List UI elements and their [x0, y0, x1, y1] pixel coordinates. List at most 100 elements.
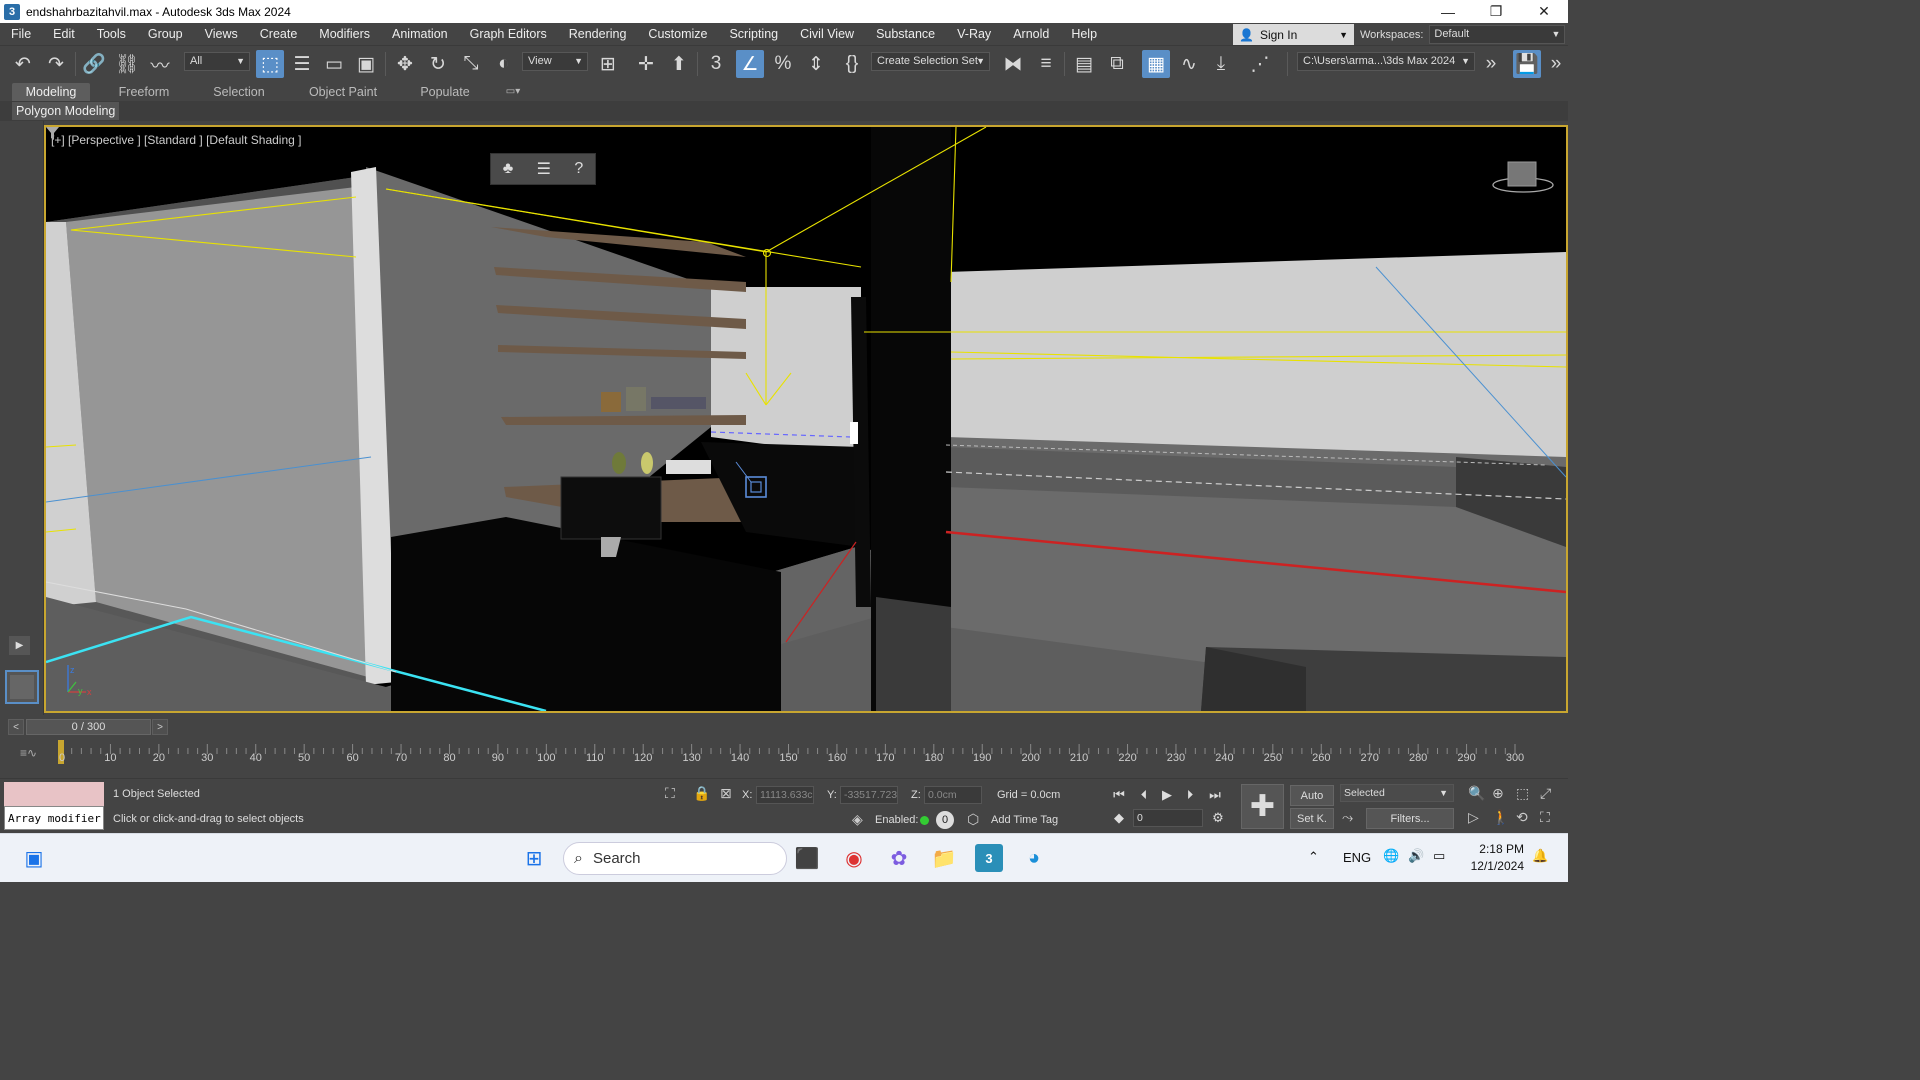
time-configuration-icon[interactable]: ⚙ [1207, 807, 1229, 829]
taskbar-search[interactable]: ⌕ Search [563, 842, 787, 875]
next-key-icon[interactable]: ⏵ [1179, 784, 1201, 806]
viewport-label[interactable]: [+] [Perspective ] [Standard ] [Default … [51, 133, 301, 147]
go-to-start-icon[interactable]: ⏮ [1108, 784, 1130, 806]
viewport-layout-thumbnail[interactable] [5, 670, 39, 704]
minimize-button[interactable]: — [1424, 0, 1472, 23]
menu-file[interactable]: File [0, 23, 42, 45]
task-view-icon[interactable]: ⬛ [793, 844, 821, 872]
sign-in-button[interactable]: 👤 Sign In ▼ [1233, 24, 1354, 45]
current-frame-field[interactable]: 0 [1133, 809, 1203, 827]
edit-named-selection-icon[interactable]: {} [838, 50, 866, 78]
keyboard-shortcut-override-icon[interactable]: ⬆ [665, 50, 693, 78]
restore-button[interactable]: ❐ [1472, 0, 1520, 23]
save-icon[interactable]: 💾 [1513, 50, 1541, 78]
list-icon[interactable]: ☰ [537, 159, 551, 179]
polygon-modeling-panel[interactable]: Polygon Modeling [12, 102, 120, 120]
time-slider-handle[interactable]: 0 / 300 [26, 719, 151, 735]
menu-civil-view[interactable]: Civil View [789, 23, 865, 45]
perspective-viewport[interactable]: z x y [+] [Perspective ] [Standard ] [De… [44, 125, 1568, 713]
enabled-value[interactable]: 0 [936, 811, 954, 829]
placement-icon[interactable]: ◐ [490, 50, 518, 78]
x-coordinate-field[interactable]: 11113.633c [756, 786, 814, 804]
next-frame-icon[interactable]: > [152, 719, 168, 735]
browser-icon[interactable]: ◕ [1020, 844, 1048, 872]
network-icon[interactable]: 🌐 [1383, 848, 1399, 864]
schematic-view-icon[interactable]: ⤓ [1207, 50, 1235, 78]
layer-explorer-icon[interactable]: ⧉ [1103, 50, 1131, 78]
curve-editor-icon[interactable]: ∿ [1175, 50, 1203, 78]
menu-customize[interactable]: Customize [637, 23, 718, 45]
y-coordinate-field[interactable]: -33517.723 [840, 786, 898, 804]
previous-frame-icon[interactable]: < [8, 719, 24, 735]
ribbon-options-icon[interactable]: ▭▾ [498, 83, 528, 101]
material-editor-icon[interactable]: ⋰ [1246, 50, 1274, 78]
set-key-button[interactable]: ✚ [1241, 784, 1284, 829]
auto-key-button[interactable]: Auto [1290, 785, 1334, 806]
isolate-selection-icon[interactable]: ⛶ [665, 785, 675, 802]
adaptive-degradation-icon[interactable]: ◈ [852, 811, 863, 828]
menu-edit[interactable]: Edit [42, 23, 86, 45]
menu-create[interactable]: Create [249, 23, 309, 45]
toggle-ribbon-icon[interactable]: ▦ [1142, 50, 1170, 78]
menu-help[interactable]: Help [1060, 23, 1108, 45]
select-object-icon[interactable]: ⬚ [256, 50, 284, 78]
move-icon[interactable]: ✥ [391, 50, 419, 78]
z-coordinate-field[interactable]: 0.0cm [924, 786, 982, 804]
default-in-out-tangent-icon[interactable]: ⤳ [1342, 809, 1353, 826]
menu-arnold[interactable]: Arnold [1002, 23, 1060, 45]
maximize-viewport-icon[interactable]: ⛶ [1540, 809, 1550, 826]
add-time-tag[interactable]: Add Time Tag [991, 814, 1058, 826]
more-icon[interactable]: » [1542, 50, 1570, 78]
maxscript-input[interactable]: Array modifier [4, 806, 104, 830]
chevron-up-icon[interactable]: ⌃ [1308, 849, 1319, 865]
file-explorer-icon[interactable]: 📁 [930, 844, 958, 872]
redo-icon[interactable]: ↷ [42, 50, 70, 78]
mini-curve-editor-icon[interactable]: ≡∿ [20, 746, 37, 760]
previous-key-icon[interactable]: ⏴ [1133, 784, 1155, 806]
zoom-extents-all-icon[interactable]: ⤢ [1540, 785, 1551, 802]
volume-icon[interactable]: 🔊 [1408, 848, 1424, 864]
3ds-max-taskbar-icon[interactable]: 3 [975, 844, 1003, 872]
close-button[interactable]: ✕ [1520, 0, 1568, 23]
bind-space-warp-icon[interactable]: 〰 [146, 50, 174, 78]
select-manipulate-icon[interactable]: ✛ [632, 50, 660, 78]
menu-group[interactable]: Group [137, 23, 194, 45]
play-icon[interactable]: ▶ [1156, 784, 1178, 806]
tab-object-paint[interactable]: Object Paint [299, 83, 387, 101]
undo-icon[interactable]: ↶ [9, 50, 37, 78]
named-selection-set-dropdown[interactable]: Create Selection Set ▼ [871, 52, 990, 71]
menu-scripting[interactable]: Scripting [718, 23, 789, 45]
menu-vray[interactable]: V-Ray [946, 23, 1002, 45]
menu-rendering[interactable]: Rendering [558, 23, 638, 45]
scene-explorer-icon[interactable]: ▤ [1070, 50, 1098, 78]
rotate-icon[interactable]: ↻ [424, 50, 452, 78]
snaps-toggle-icon[interactable]: 3 [702, 50, 730, 78]
select-by-name-icon[interactable]: ☰ [288, 50, 316, 78]
field-of-view-icon[interactable]: ▷ [1468, 809, 1479, 826]
zoom-all-icon[interactable]: ⊕ [1492, 785, 1504, 802]
menu-substance[interactable]: Substance [865, 23, 946, 45]
tab-freeform[interactable]: Freeform [104, 83, 184, 101]
expand-layouts-icon[interactable]: ▶ [9, 636, 30, 655]
help-icon[interactable]: ? [574, 160, 583, 178]
tab-populate[interactable]: Populate [406, 83, 484, 101]
copilot-icon[interactable]: ✿ [885, 844, 913, 872]
orbit-icon[interactable]: ⟲ [1516, 809, 1528, 826]
link-icon[interactable]: 🔗 [80, 50, 108, 78]
lock-icon[interactable]: 🔒 [693, 785, 710, 802]
key-filters-button[interactable]: Filters... [1366, 808, 1454, 829]
angle-snap-icon[interactable]: ∠ [736, 50, 764, 78]
track-bar[interactable]: ≡∿ 0 10 20 30 40 50 60 70 80 90 100 110 120 130 140 150… [0, 738, 1568, 778]
menu-views[interactable]: Views [194, 23, 249, 45]
go-to-end-icon[interactable]: ⏭ [1204, 784, 1226, 806]
menu-tools[interactable]: Tools [86, 23, 137, 45]
absolute-mode-icon[interactable]: ⊠ [720, 785, 732, 802]
menu-animation[interactable]: Animation [381, 23, 459, 45]
percent-snap-icon[interactable]: % [769, 50, 797, 78]
reference-coordinate-dropdown[interactable]: View ▼ [522, 52, 588, 71]
spinner-snap-icon[interactable]: ⇕ [802, 50, 830, 78]
workspaces-dropdown[interactable]: Default ▼ [1429, 25, 1566, 44]
set-key-mode-button[interactable]: Set K. [1290, 808, 1334, 829]
menu-modifiers[interactable]: Modifiers [308, 23, 381, 45]
widgets-icon[interactable]: ▣ [20, 844, 48, 872]
